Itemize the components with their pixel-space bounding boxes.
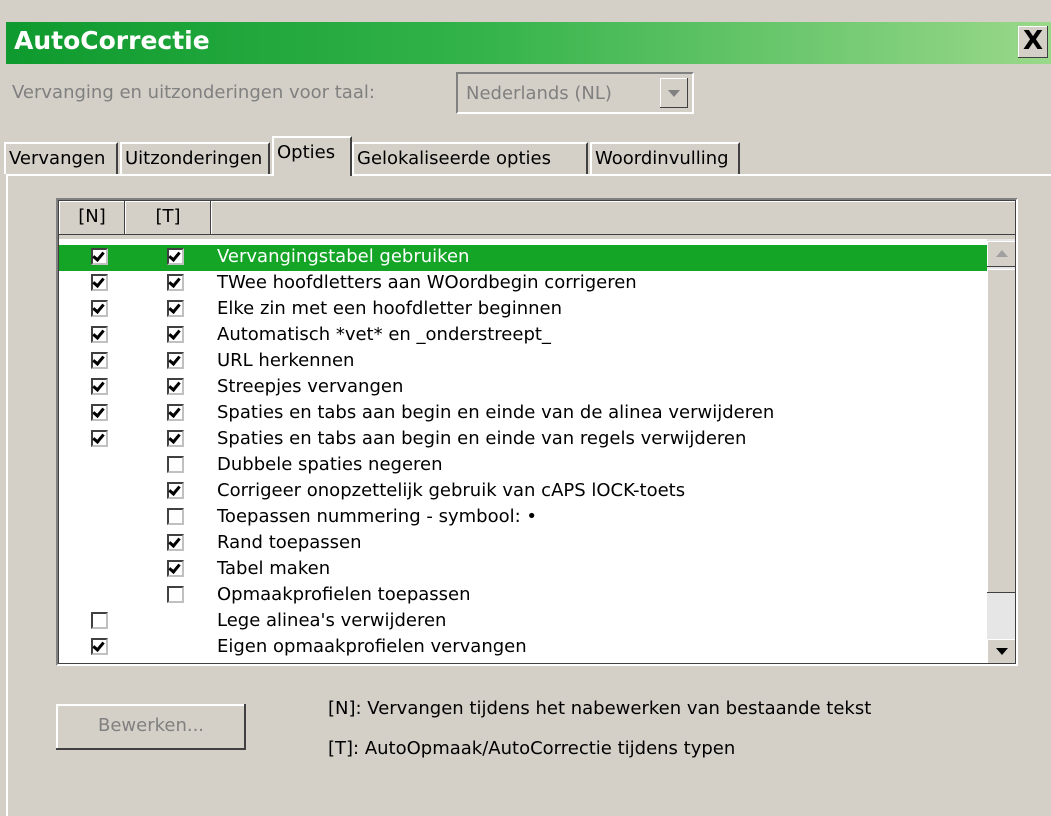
checkbox-t[interactable] — [167, 482, 184, 499]
list-item[interactable]: Lege alinea's verwijderen — [59, 609, 987, 635]
language-select: Nederlands (NL) — [456, 72, 694, 114]
scroll-down-icon[interactable] — [987, 639, 1015, 663]
list-item[interactable]: Dubbele spaties negeren — [59, 453, 987, 479]
header-label — [211, 201, 1015, 235]
options-list[interactable]: [N] [T] Vervangingstabel gebruiken TWee h… — [56, 198, 1018, 666]
checkbox-n[interactable] — [91, 378, 108, 395]
checkbox-n[interactable] — [91, 248, 108, 265]
list-item[interactable]: TWee hoofdletters aan WOordbegin corrige… — [59, 271, 987, 297]
checkbox-t[interactable] — [167, 352, 184, 369]
checkbox-n[interactable] — [91, 404, 108, 421]
list-item[interactable]: Corrigeer onopzettelijk gebruik van cAPS… — [59, 479, 987, 505]
checkbox-t[interactable] — [167, 378, 184, 395]
list-item[interactable]: Opsommingstekens vervangen door: • — [59, 661, 987, 663]
list-item[interactable]: Elke zin met een hoofdletter beginnen — [59, 297, 987, 323]
checkbox-t[interactable] — [167, 326, 184, 343]
list-rows: Vervangingstabel gebruiken TWee hoofdlett… — [59, 239, 987, 663]
chevron-down-icon — [660, 78, 688, 108]
list-item-label: Automatisch *vet* en _onderstreept_ — [217, 324, 551, 345]
tab-uitzonderingen[interactable]: Uitzonderingen — [120, 142, 270, 174]
checkbox-t[interactable] — [167, 430, 184, 447]
list-item-label: Tabel maken — [217, 558, 331, 579]
close-button[interactable]: X — [1018, 26, 1048, 58]
checkbox-n[interactable] — [91, 326, 108, 343]
list-item[interactable]: Spaties en tabs aan begin en einde van d… — [59, 401, 987, 427]
checkbox-n[interactable] — [91, 352, 108, 369]
list-item[interactable]: Tabel maken — [59, 557, 987, 583]
list-item[interactable]: Automatisch *vet* en _onderstreept_ — [59, 323, 987, 349]
list-item-label: Opsommingstekens vervangen door: • — [217, 662, 566, 663]
checkbox-t[interactable] — [167, 586, 184, 603]
list-item-label: Elke zin met een hoofdletter beginnen — [217, 298, 563, 319]
tab-gelokaliseerde-opties[interactable]: Gelokaliseerde opties — [352, 142, 588, 174]
scroll-thumb[interactable] — [987, 269, 1015, 593]
checkbox-t[interactable] — [167, 508, 184, 525]
checkbox-t[interactable] — [167, 404, 184, 421]
checkbox-t[interactable] — [167, 456, 184, 473]
scroll-up-icon[interactable] — [987, 241, 1015, 267]
header-t[interactable]: [T] — [125, 201, 211, 235]
list-item-label: Lege alinea's verwijderen — [217, 610, 447, 631]
checkbox-t[interactable] — [167, 274, 184, 291]
tab-opties[interactable]: Opties — [272, 136, 352, 176]
list-item-label: Spaties en tabs aan begin en einde van d… — [217, 402, 775, 423]
checkbox-t[interactable] — [167, 300, 184, 317]
header-n[interactable]: [N] — [59, 201, 125, 235]
checkbox-t[interactable] — [167, 560, 184, 577]
checkbox-n[interactable] — [91, 638, 108, 655]
edit-button: Bewerken... — [56, 704, 246, 750]
tab-woordinvulling[interactable]: Woordinvulling — [590, 142, 740, 174]
list-item-label: Dubbele spaties negeren — [217, 454, 443, 475]
legend-n: [N]: Vervangen tijdens het nabewerken va… — [328, 698, 872, 719]
legend-t: [T]: AutoOpmaak/AutoCorrectie tijdens ty… — [328, 738, 736, 759]
list-item-label: Toepassen nummering - symbool: • — [217, 506, 537, 527]
language-value: Nederlands (NL) — [466, 83, 612, 104]
list-item[interactable]: Opmaakprofielen toepassen — [59, 583, 987, 609]
checkbox-n[interactable] — [91, 274, 108, 291]
tab-vervangen[interactable]: Vervangen — [4, 142, 118, 174]
list-item[interactable]: Spaties en tabs aan begin en einde van r… — [59, 427, 987, 453]
list-item-label: Rand toepassen — [217, 532, 362, 553]
list-item[interactable]: URL herkennen — [59, 349, 987, 375]
list-item-label: URL herkennen — [217, 350, 355, 371]
list-item[interactable]: Vervangingstabel gebruiken — [59, 245, 987, 271]
list-item-label: TWee hoofdletters aan WOordbegin corrige… — [217, 272, 637, 293]
window-title: AutoCorrectie — [14, 26, 210, 55]
list-item-label: Corrigeer onopzettelijk gebruik van cAPS… — [217, 480, 686, 501]
checkbox-n[interactable] — [91, 300, 108, 317]
list-item-label: Streepjes vervangen — [217, 376, 404, 397]
list-item-label: Vervangingstabel gebruiken — [217, 246, 470, 267]
list-item-label: Spaties en tabs aan begin en einde van r… — [217, 428, 747, 449]
checkbox-t[interactable] — [167, 248, 184, 265]
list-item-label: Eigen opmaakprofielen vervangen — [217, 636, 527, 657]
list-item[interactable]: Toepassen nummering - symbool: • — [59, 505, 987, 531]
list-item[interactable]: Streepjes vervangen — [59, 375, 987, 401]
checkbox-n[interactable] — [91, 612, 108, 629]
vertical-scrollbar[interactable] — [987, 239, 1015, 663]
checkbox-n[interactable] — [91, 430, 108, 447]
language-label: Vervanging en uitzonderingen voor taal: — [12, 82, 375, 103]
list-item[interactable]: Rand toepassen — [59, 531, 987, 557]
checkbox-t[interactable] — [167, 534, 184, 551]
list-item[interactable]: Eigen opmaakprofielen vervangen — [59, 635, 987, 661]
title-bar[interactable]: AutoCorrectie X — [6, 22, 1051, 64]
list-item-label: Opmaakprofielen toepassen — [217, 584, 471, 605]
close-icon: X — [1022, 26, 1044, 56]
